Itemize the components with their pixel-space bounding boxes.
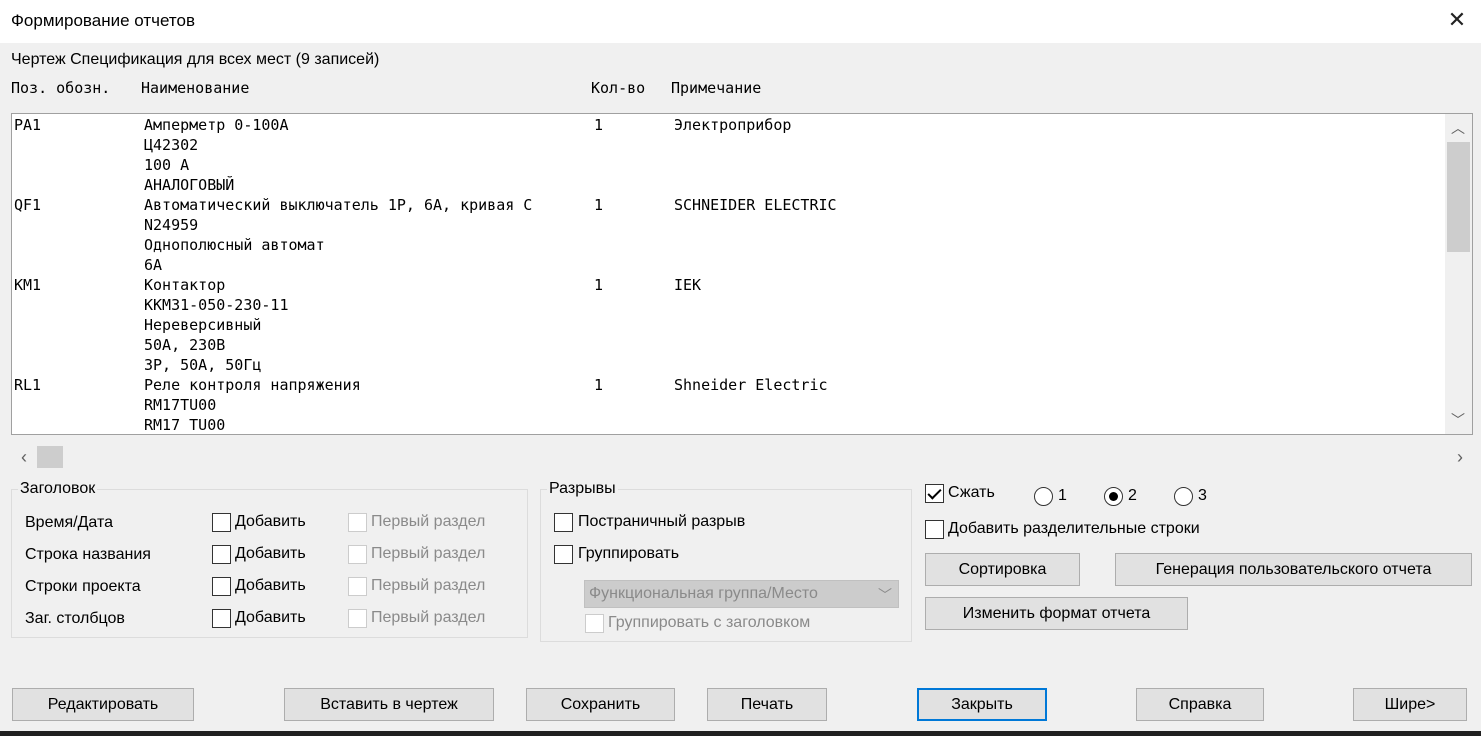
- compress-radio-2[interactable]: [1104, 487, 1123, 506]
- row-name-line[interactable]: АНАЛОГОВЫЙ: [144, 175, 234, 195]
- row-pos[interactable]: KM1: [14, 275, 41, 295]
- custom-report-button[interactable]: Генерация пользовательского отчета: [1115, 553, 1472, 586]
- row-pos[interactable]: PA1: [14, 115, 41, 135]
- row-name-line[interactable]: Ц42302: [144, 135, 198, 155]
- breaks-group-title: Разрывы: [547, 480, 618, 498]
- add-datetime-checkbox[interactable]: [212, 513, 231, 532]
- scroll-down-icon[interactable]: ﹀: [1447, 409, 1469, 431]
- row-pos[interactable]: RL1: [14, 375, 41, 395]
- report-list[interactable]: PA1 Амперметр 0-100А Ц42302 100 А АНАЛОГ…: [11, 113, 1473, 435]
- row-name-line[interactable]: Реле контроля напряжения: [144, 375, 361, 395]
- row-name-line[interactable]: 50А, 230В: [144, 335, 225, 355]
- save-button[interactable]: Сохранить: [526, 688, 675, 721]
- first-section-column-headers-label: Первый раздел: [371, 609, 486, 626]
- group-by-select: Функциональная группа/Место ﹀: [584, 580, 899, 608]
- row-name-line[interactable]: Контактор: [144, 275, 225, 295]
- row-qty[interactable]: 1: [594, 195, 603, 215]
- column-header-name[interactable]: Наименование: [141, 79, 249, 97]
- first-section-title-line-checkbox: [348, 545, 367, 564]
- header-row-label: Заг. столбцов: [25, 610, 125, 627]
- first-section-project-lines-label: Первый раздел: [371, 577, 486, 594]
- print-button[interactable]: Печать: [707, 688, 827, 721]
- first-section-project-lines-checkbox: [348, 577, 367, 596]
- first-section-datetime-label: Первый раздел: [371, 513, 486, 530]
- compress-checkbox[interactable]: [925, 484, 944, 503]
- group-checkbox[interactable]: [554, 545, 573, 564]
- row-name-line[interactable]: 100 А: [144, 155, 189, 175]
- change-format-button[interactable]: Изменить формат отчета: [925, 597, 1188, 630]
- scroll-left-icon[interactable]: ‹: [13, 446, 35, 468]
- add-column-headers-label[interactable]: Добавить: [235, 609, 306, 627]
- scroll-right-icon[interactable]: ›: [1449, 446, 1471, 468]
- vertical-scrollbar[interactable]: ︿ ﹀: [1445, 114, 1472, 434]
- column-header-qty[interactable]: Кол-во: [591, 79, 645, 97]
- report-caption: Чертеж Спецификация для всех мест (9 зап…: [11, 51, 380, 68]
- horizontal-scroll-thumb[interactable]: [37, 446, 63, 468]
- title-bar: Формирование отчетов ✕: [0, 0, 1481, 43]
- row-name-line[interactable]: RM17 TU00: [144, 415, 225, 434]
- separator-rows-checkbox[interactable]: [925, 520, 944, 539]
- row-note[interactable]: IEK: [674, 275, 701, 295]
- horizontal-scrollbar[interactable]: ‹ ›: [11, 444, 1473, 470]
- insert-into-drawing-button[interactable]: Вставить в чертеж: [284, 688, 494, 721]
- group-with-header-checkbox: [585, 614, 604, 633]
- page-break-label[interactable]: Постраничный разрыв: [578, 513, 745, 531]
- row-pos[interactable]: QF1: [14, 195, 41, 215]
- close-button[interactable]: Закрыть: [917, 688, 1047, 721]
- row-qty[interactable]: 1: [594, 115, 603, 135]
- header-row-label: Время/Дата: [25, 514, 114, 531]
- row-name-line[interactable]: 3P, 50А, 50Гц: [144, 355, 261, 375]
- compress-radio-1[interactable]: [1034, 487, 1053, 506]
- first-section-column-headers-checkbox: [348, 609, 367, 628]
- separator-rows-label[interactable]: Добавить разделительные строки: [948, 520, 1200, 538]
- row-qty[interactable]: 1: [594, 275, 603, 295]
- add-project-lines-checkbox[interactable]: [212, 577, 231, 596]
- compress-radio-2-label[interactable]: 2: [1128, 487, 1137, 505]
- column-header-note[interactable]: Примечание: [671, 79, 761, 97]
- add-title-line-checkbox[interactable]: [212, 545, 231, 564]
- group-with-header-label: Группировать с заголовком: [608, 614, 811, 631]
- group-by-value: Функциональная группа/Место: [589, 585, 818, 602]
- first-section-datetime-checkbox: [348, 513, 367, 532]
- add-project-lines-label[interactable]: Добавить: [235, 577, 306, 595]
- add-title-line-label[interactable]: Добавить: [235, 545, 306, 563]
- row-name-line[interactable]: KKM31-050-230-11: [144, 295, 289, 315]
- row-name-line[interactable]: Амперметр 0-100А: [144, 115, 289, 135]
- add-column-headers-checkbox[interactable]: [212, 609, 231, 628]
- vertical-scroll-thumb[interactable]: [1447, 142, 1470, 252]
- row-name-line[interactable]: RM17TU00: [144, 395, 216, 415]
- close-icon[interactable]: ✕: [1444, 6, 1470, 34]
- header-row-label: Строки проекта: [25, 578, 141, 595]
- add-datetime-label[interactable]: Добавить: [235, 513, 306, 531]
- column-header-pos[interactable]: Поз. обозн.: [11, 79, 110, 97]
- row-name-line[interactable]: Автоматический выключатель 1P, 6А, крива…: [144, 195, 532, 215]
- sort-button[interactable]: Сортировка: [925, 553, 1080, 586]
- window-title: Формирование отчетов: [11, 11, 195, 30]
- header-group-title: Заголовок: [18, 480, 98, 498]
- scroll-up-icon[interactable]: ︿: [1447, 117, 1469, 139]
- compress-radio-3-label[interactable]: 3: [1198, 487, 1207, 505]
- compress-label[interactable]: Сжать: [948, 484, 995, 502]
- row-note[interactable]: Shneider Electric: [674, 375, 828, 395]
- row-note[interactable]: SCHNEIDER ELECTRIC: [674, 195, 837, 215]
- row-note[interactable]: Электроприбор: [674, 115, 791, 135]
- chevron-down-icon: ﹀: [878, 587, 892, 603]
- row-name-line[interactable]: N24959: [144, 215, 198, 235]
- header-row-label: Строка названия: [25, 546, 151, 563]
- wider-button[interactable]: Шире>: [1353, 688, 1467, 721]
- group-label[interactable]: Группировать: [578, 545, 679, 563]
- row-qty[interactable]: 1: [594, 375, 603, 395]
- page-break-checkbox[interactable]: [554, 513, 573, 532]
- row-name-line[interactable]: Нереверсивный: [144, 315, 261, 335]
- row-name-line[interactable]: 6А: [144, 255, 162, 275]
- edit-button[interactable]: Редактировать: [12, 688, 194, 721]
- help-button[interactable]: Справка: [1136, 688, 1264, 721]
- first-section-title-line-label: Первый раздел: [371, 545, 486, 562]
- compress-radio-3[interactable]: [1174, 487, 1193, 506]
- row-name-line[interactable]: Однополюсный автомат: [144, 235, 325, 255]
- compress-radio-1-label[interactable]: 1: [1058, 487, 1067, 505]
- taskbar-strip: [0, 731, 1481, 736]
